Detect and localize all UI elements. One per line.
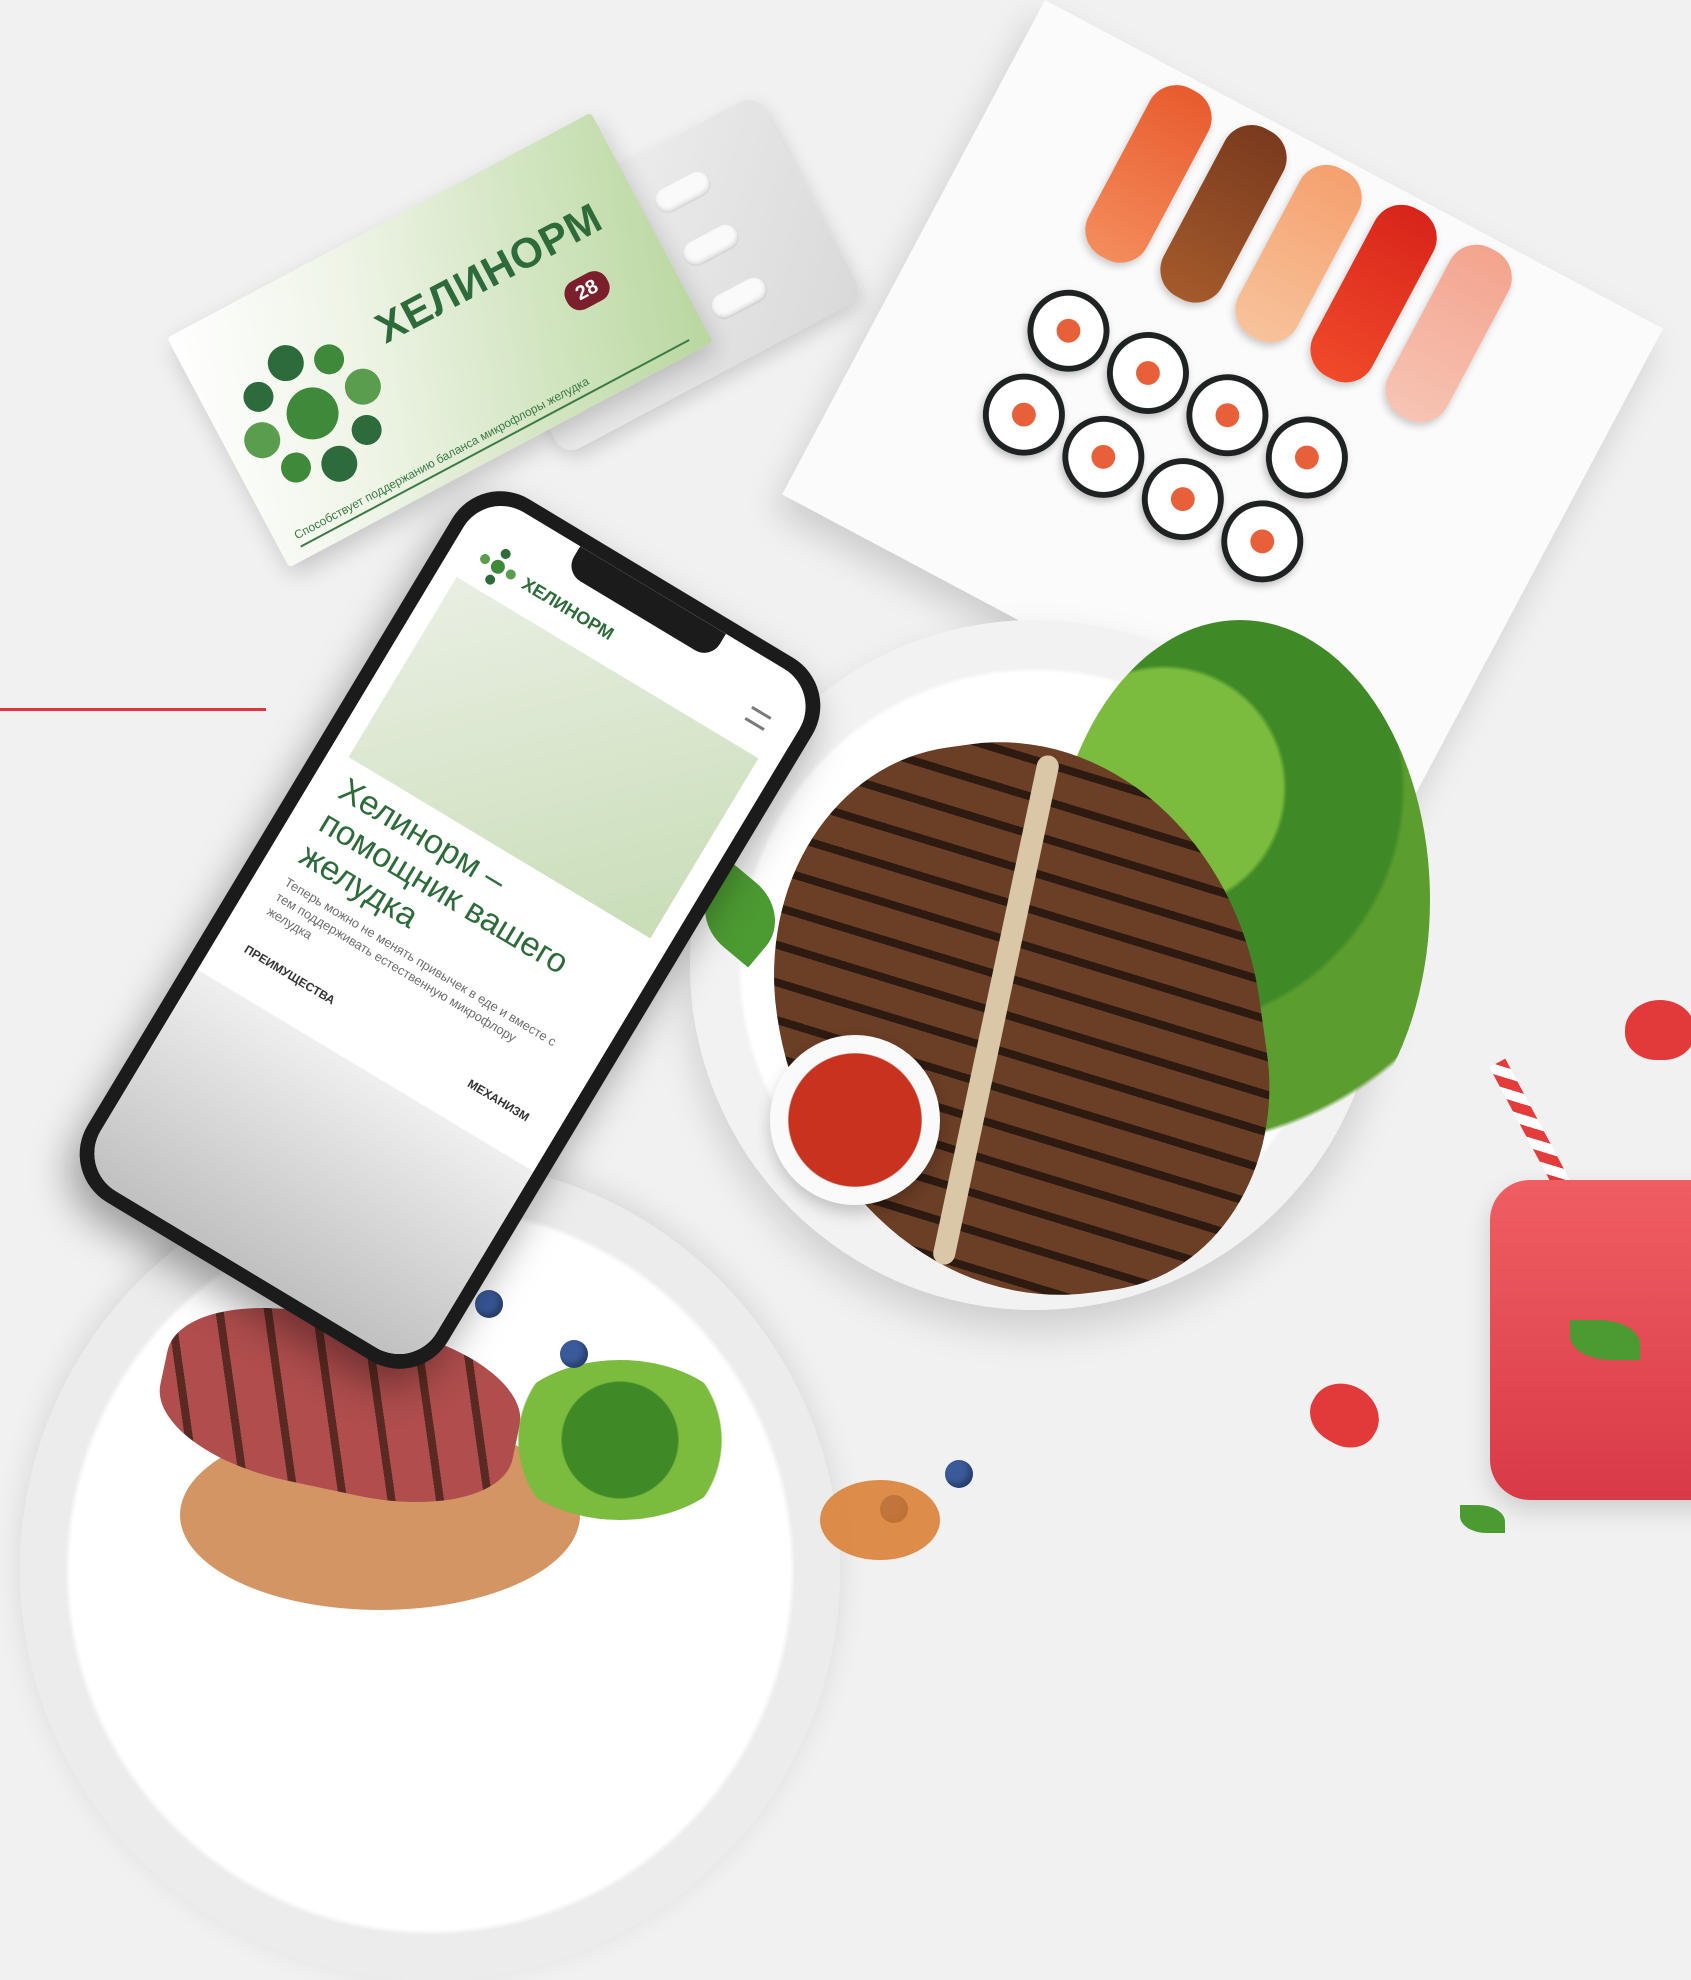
sauce-bowl [770, 1035, 940, 1205]
blueberry [560, 1340, 588, 1368]
box-brand: ХЕЛИНОРМ [367, 193, 610, 352]
plate-greens [500, 1360, 740, 1520]
strawberry [1625, 1000, 1691, 1060]
capsule-count-badge: 28 [559, 266, 615, 316]
blueberry [945, 1460, 973, 1488]
nav-next-link[interactable]: МЕХАНИЗМ [465, 1076, 532, 1124]
helinorm-logo-icon[interactable] [470, 539, 525, 594]
blueberry [475, 1290, 503, 1318]
menu-icon[interactable] [744, 705, 772, 731]
sauce-splash [820, 1480, 940, 1560]
accent-line [0, 708, 266, 711]
leaf [1460, 1505, 1505, 1533]
product-package: ХЕЛИНОРМ 28 Способствует поддержанию бал… [167, 93, 865, 568]
strawberry [1299, 1371, 1391, 1459]
